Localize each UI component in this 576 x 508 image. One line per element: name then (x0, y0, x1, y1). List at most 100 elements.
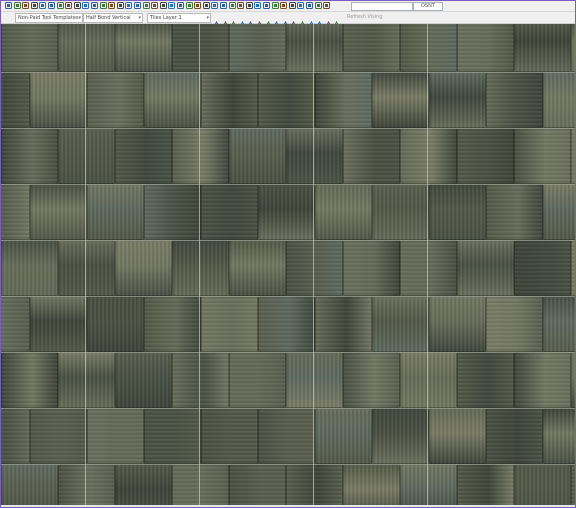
layer-dropdown[interactable]: Tiles Layer 1 ▾ (147, 13, 211, 23)
palette-icon[interactable] (316, 13, 324, 28)
cut-icon[interactable] (56, 2, 65, 10)
measure-icon[interactable] (177, 2, 185, 10)
floor-tile (514, 128, 571, 184)
triangle-icon[interactable] (48, 2, 56, 10)
flag-icon[interactable] (333, 13, 341, 28)
floor-tile (514, 352, 571, 408)
rotate-icon[interactable] (194, 2, 202, 10)
floor-tile (258, 296, 315, 352)
floor-tile (343, 24, 400, 72)
floor-tile (58, 352, 115, 408)
arrow-icon[interactable] (290, 13, 298, 28)
chart-icon[interactable] (264, 13, 273, 28)
stack-icon[interactable] (256, 13, 264, 28)
tile-seam (1, 408, 575, 409)
pen-icon[interactable] (99, 2, 108, 10)
floor-tile (571, 24, 575, 72)
search-count-field[interactable]: OSNT (413, 2, 443, 11)
floor-tile (286, 24, 343, 72)
mirror-icon[interactable] (202, 2, 211, 10)
undo-icon[interactable] (22, 2, 30, 10)
info-icon[interactable] (288, 2, 297, 10)
floor-tile (486, 296, 543, 352)
edge-icon[interactable] (230, 13, 238, 28)
refresh-icon[interactable] (306, 2, 314, 10)
floor-tile (514, 24, 571, 72)
copy-icon[interactable] (82, 2, 90, 10)
lock-icon[interactable] (324, 13, 333, 28)
floor-tile (58, 24, 115, 72)
layer-dropdown-label: Tiles Layer 1 (150, 15, 182, 21)
measure-2-icon[interactable] (307, 13, 316, 28)
floor-tile (1, 240, 58, 296)
wall-icon[interactable] (281, 13, 290, 28)
floor-tile (286, 464, 343, 507)
floor-tile (172, 24, 229, 72)
floor-tile (543, 72, 575, 128)
corner-icon[interactable] (238, 13, 247, 28)
refresh-field[interactable]: Refresh Vising (347, 13, 411, 21)
template-dropdown[interactable]: Non-Paid Tool Templates ▾ (15, 13, 83, 23)
zoom-icon[interactable] (297, 2, 305, 10)
circle-2-icon[interactable] (228, 2, 237, 10)
link-icon[interactable] (323, 2, 331, 10)
tile-seam (1, 296, 575, 297)
floor-tile (258, 184, 315, 240)
bond-dropdown[interactable]: Half Bond Vertical ▾ (83, 13, 143, 23)
pin-icon[interactable] (314, 2, 323, 10)
floor-tile (486, 408, 543, 464)
floor-tile (201, 408, 258, 464)
dimension-icon[interactable] (116, 2, 125, 10)
open-icon[interactable] (13, 2, 22, 10)
floor-tile (1, 184, 30, 240)
floor-tile (400, 24, 457, 72)
house-icon[interactable] (237, 2, 245, 10)
floor-tile (115, 128, 172, 184)
floor-tile (229, 352, 286, 408)
save-icon[interactable] (5, 2, 13, 10)
floor-tile (457, 240, 514, 296)
floor-tile (514, 464, 571, 507)
floor-tile (400, 128, 457, 184)
globe-icon[interactable] (280, 2, 288, 10)
paste-icon[interactable] (91, 2, 99, 10)
square-icon[interactable] (159, 2, 168, 10)
envelope-icon[interactable] (125, 2, 133, 10)
layers-icon[interactable] (254, 2, 262, 10)
tile-seam (1, 240, 575, 241)
floor-tile (58, 464, 115, 507)
tile-seam (1, 464, 575, 465)
table-icon[interactable] (273, 13, 281, 28)
select-box-icon[interactable] (73, 2, 82, 10)
chevron-icon[interactable] (142, 2, 151, 10)
drawing-canvas[interactable] (1, 24, 575, 507)
cloud-icon[interactable] (134, 2, 142, 10)
align-icon[interactable] (151, 2, 159, 10)
book-icon[interactable] (245, 2, 254, 10)
search-input[interactable] (351, 2, 413, 11)
grid-icon[interactable] (211, 2, 219, 10)
floor-tile (30, 408, 87, 464)
camera-icon[interactable] (108, 2, 116, 10)
toolbar-top: OSNT (1, 1, 575, 12)
snap-icon[interactable] (221, 13, 230, 28)
floor-tile (457, 352, 514, 408)
arc-icon[interactable] (39, 2, 47, 10)
floor-tile (400, 352, 457, 408)
floor-tile (571, 128, 575, 184)
floor-tile (429, 408, 486, 464)
redo-icon[interactable] (30, 2, 39, 10)
floor-tile (115, 464, 172, 507)
angle-icon[interactable] (299, 13, 307, 28)
scale-icon[interactable] (185, 2, 194, 10)
tile-seam (427, 24, 428, 507)
floor-tile (343, 128, 400, 184)
pointer-icon[interactable] (65, 2, 73, 10)
edit-icon[interactable] (213, 13, 221, 28)
grid-snap-icon[interactable] (247, 13, 255, 28)
polygon-icon[interactable] (168, 2, 176, 10)
circle-icon[interactable] (220, 2, 228, 10)
shield-icon[interactable] (271, 2, 280, 10)
status-strip (1, 505, 575, 507)
group-icon[interactable] (263, 2, 271, 10)
